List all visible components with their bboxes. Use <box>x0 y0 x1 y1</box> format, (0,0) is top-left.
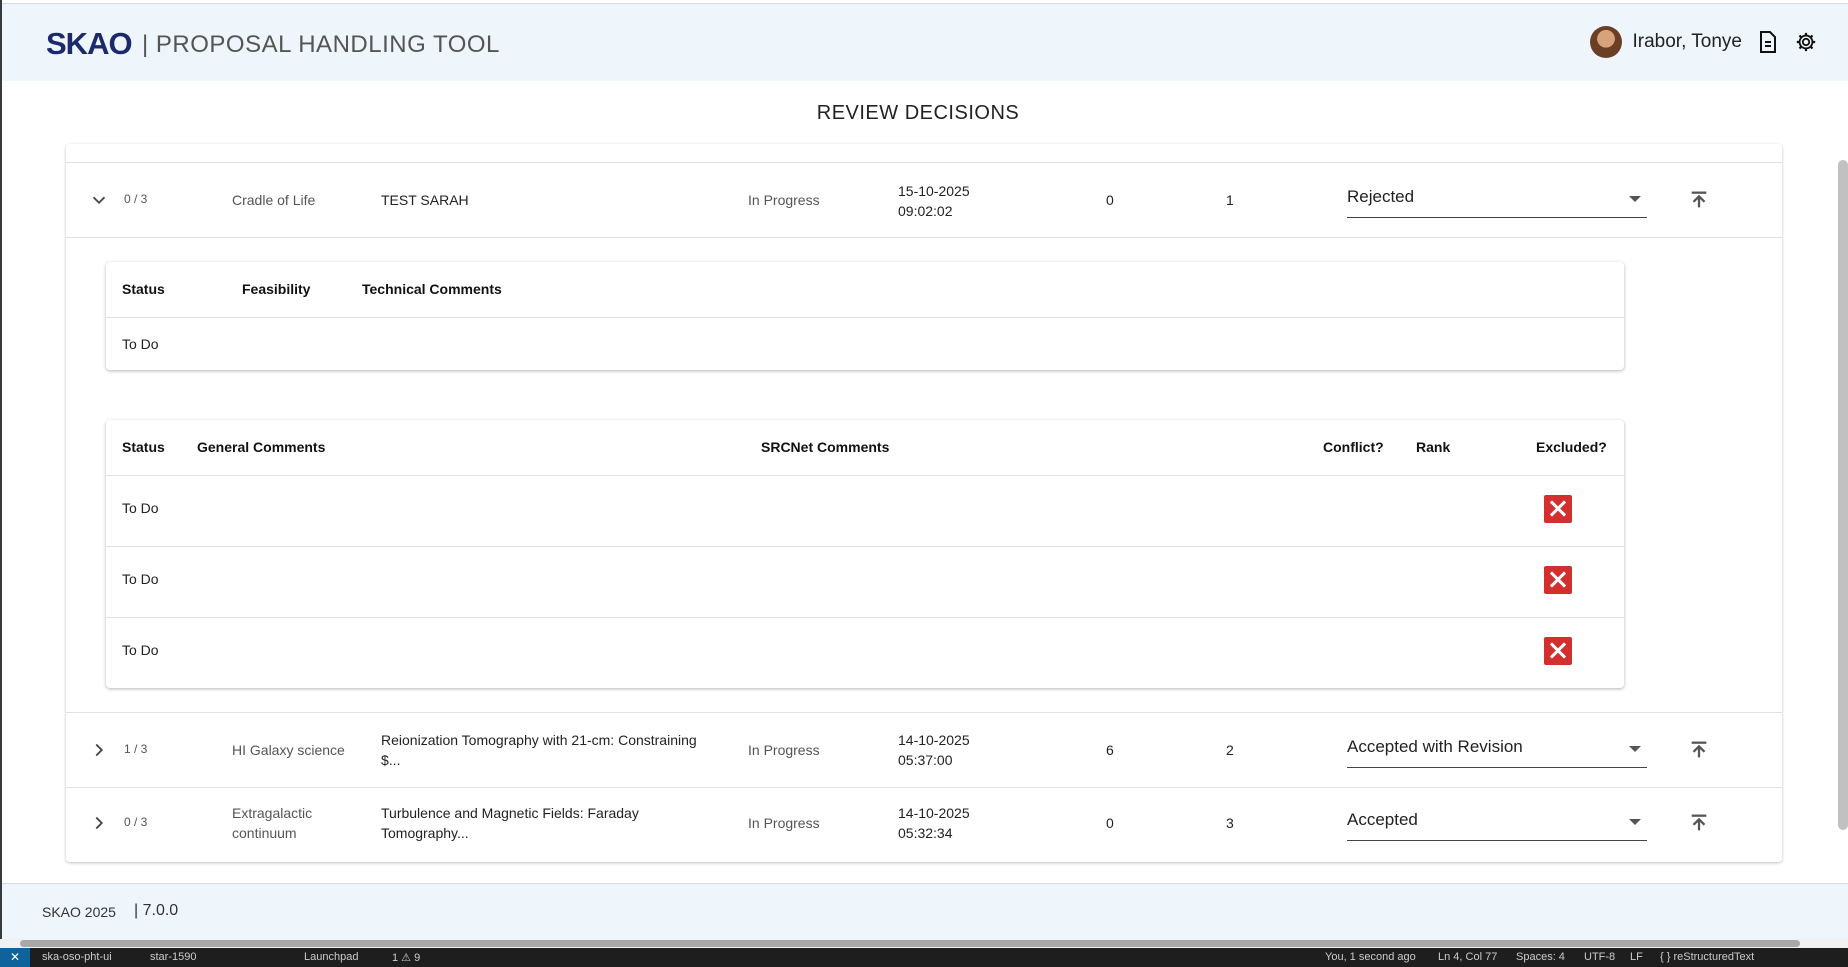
technical-status: To Do <box>122 336 159 352</box>
column-header: Excluded? <box>1536 439 1607 455</box>
version: | 7.0.0 <box>134 902 179 919</box>
excluded-x-icon[interactable] <box>1544 637 1572 665</box>
status: In Progress <box>748 742 820 758</box>
review-status: To Do <box>122 642 159 658</box>
table-row[interactable]: 0 / 3 Cradle of Life TEST SARAH In Progr… <box>66 162 1782 238</box>
rank: 2 <box>1226 742 1234 758</box>
decision-value: Accepted with Revision <box>1347 737 1523 756</box>
science-category-cont: continuum <box>232 825 297 841</box>
decision-select[interactable]: Accepted <box>1347 804 1647 841</box>
chevron-right-icon[interactable] <box>88 739 110 761</box>
document-icon[interactable] <box>1756 30 1780 54</box>
excluded-x-icon[interactable] <box>1544 566 1572 594</box>
app-footer: SKAO 2025 | 7.0.0 <box>2 883 1848 947</box>
column-header: Status <box>122 439 165 455</box>
language-mode[interactable]: { } reStructuredText <box>1660 951 1754 963</box>
science-category: HI Galaxy science <box>232 742 345 758</box>
column-header: Rank <box>1416 439 1451 455</box>
time: 05:32:34 <box>898 825 953 841</box>
user-area: Irabor, Tonye <box>1590 26 1818 58</box>
avatar[interactable] <box>1590 26 1623 58</box>
time: 05:37:00 <box>898 752 953 768</box>
gear-icon[interactable] <box>1794 30 1818 54</box>
branch-name[interactable]: star-1590 <box>150 951 196 963</box>
vertical-scrollbar[interactable] <box>1838 160 1848 830</box>
score: 6 <box>1106 742 1114 758</box>
chevron-right-icon[interactable] <box>88 812 110 834</box>
horizontal-scrollbar[interactable] <box>20 940 1800 947</box>
column-header: Conflict? <box>1323 439 1384 455</box>
date: 15-10-2025 <box>898 183 970 199</box>
table-row[interactable]: 0 / 3 Extragalactic continuum Turbulence… <box>66 786 1782 860</box>
column-header: Status <box>122 281 165 297</box>
technical-review-table: Status Feasibility Technical Comments To… <box>106 262 1624 370</box>
date: 14-10-2025 <box>898 732 970 748</box>
chevron-down-icon <box>1629 746 1641 752</box>
decision-value: Rejected <box>1347 187 1415 206</box>
chevron-down-icon <box>1629 819 1641 825</box>
review-count: 0 / 3 <box>124 815 148 829</box>
chevron-down-icon <box>1629 196 1641 202</box>
user-name[interactable]: Irabor, Tonye <box>1632 31 1742 53</box>
table-row[interactable]: 1 / 3 HI Galaxy science Reionization Tom… <box>66 712 1782 788</box>
review-count: 1 / 3 <box>124 742 148 756</box>
science-category: Cradle of Life <box>232 192 316 208</box>
proposal-title-cont: $... <box>381 752 401 768</box>
remote-icon[interactable]: ✕ <box>0 948 30 967</box>
excluded-x-icon[interactable] <box>1544 495 1572 523</box>
submit-icon[interactable] <box>1688 189 1710 211</box>
status: In Progress <box>748 192 820 208</box>
review-status: To Do <box>122 500 159 516</box>
app-title: | PROPOSAL HANDLING TOOL <box>142 31 500 58</box>
proposal-title-cont: Tomography... <box>381 825 469 841</box>
column-header: Feasibility <box>242 281 311 297</box>
decision-select[interactable]: Accepted with Revision <box>1347 731 1647 768</box>
skao-logo[interactable]: SKAO <box>46 26 133 62</box>
review-count: 0 / 3 <box>124 192 148 206</box>
time: 09:02:02 <box>898 203 953 219</box>
decision-value: Accepted <box>1347 810 1418 829</box>
proposal-title: TEST SARAH <box>381 192 469 208</box>
proposal-title: Reionization Tomography with 21-cm: Cons… <box>381 732 697 748</box>
submit-icon[interactable] <box>1688 739 1710 761</box>
status-bar: ✕ ska-oso-pht-ui star-1590 Launchpad 1 ⚠… <box>0 948 1848 967</box>
indentation[interactable]: Spaces: 4 <box>1516 951 1565 963</box>
submit-icon[interactable] <box>1688 812 1710 834</box>
score: 0 <box>1106 815 1114 831</box>
app-header: SKAO | PROPOSAL HANDLING TOOL Irabor, To… <box>2 3 1848 81</box>
page-title: REVIEW DECISIONS <box>816 102 1020 124</box>
column-header: General Comments <box>197 439 326 455</box>
science-review-table: Status General Comments SRCNet Comments … <box>106 420 1624 688</box>
column-header: SRCNet Comments <box>761 439 890 455</box>
rank: 3 <box>1226 815 1234 831</box>
decision-select[interactable]: Rejected <box>1347 181 1647 218</box>
score: 0 <box>1106 192 1114 208</box>
problems-count[interactable]: 1 ⚠ 9 <box>392 951 420 964</box>
copyright: SKAO 2025 <box>42 904 116 920</box>
decisions-table: 0 / 3 Cradle of Life TEST SARAH In Progr… <box>66 144 1782 862</box>
science-category: Extragalactic <box>232 805 313 821</box>
encoding[interactable]: UTF-8 <box>1584 951 1615 963</box>
launchpad[interactable]: Launchpad <box>304 951 358 963</box>
rank: 1 <box>1226 192 1234 208</box>
review-status: To Do <box>122 571 159 587</box>
cursor-position[interactable]: Ln 4, Col 77 <box>1438 951 1497 963</box>
end-of-line[interactable]: LF <box>1630 951 1643 963</box>
column-header: Technical Comments <box>362 281 502 297</box>
proposal-title: Turbulence and Magnetic Fields: Faraday <box>381 805 639 821</box>
git-blame[interactable]: You, 1 second ago <box>1325 951 1416 963</box>
date: 14-10-2025 <box>898 805 970 821</box>
repo-name[interactable]: ska-oso-pht-ui <box>42 951 112 963</box>
status: In Progress <box>748 815 820 831</box>
chevron-down-icon[interactable] <box>88 189 110 211</box>
